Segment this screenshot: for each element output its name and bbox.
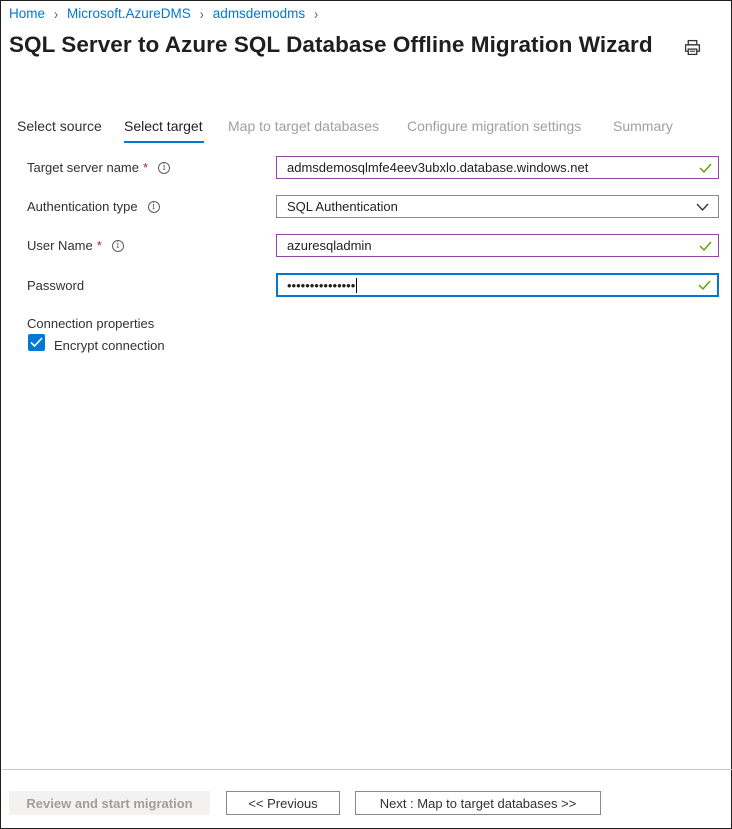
chevron-down-icon [696, 203, 709, 211]
target-server-label-row: Target server name * i [27, 160, 171, 175]
print-icon[interactable] [684, 39, 701, 56]
user-name-value: azuresqladmin [287, 238, 372, 253]
chevron-right-icon: › [314, 5, 319, 22]
checkmark-icon [699, 241, 712, 251]
connection-properties-label: Connection properties [27, 316, 155, 331]
tab-summary: Summary [613, 118, 673, 134]
previous-button[interactable]: << Previous [226, 791, 340, 815]
user-name-input[interactable]: azuresqladmin [276, 234, 719, 257]
info-icon[interactable]: i [111, 239, 124, 252]
user-name-label-row: User Name * i [27, 238, 124, 253]
info-icon[interactable]: i [158, 161, 171, 174]
password-label: Password [27, 278, 85, 293]
auth-type-label-row: Authentication type i [27, 199, 160, 214]
auth-type-value: SQL Authentication [287, 199, 398, 214]
checkmark-icon [699, 163, 712, 173]
tab-select-source[interactable]: Select source [17, 118, 102, 134]
page-title: SQL Server to Azure SQL Database Offline… [9, 32, 653, 57]
encrypt-connection-label[interactable]: Encrypt connection [54, 338, 165, 353]
next-button[interactable]: Next : Map to target databases >> [355, 791, 601, 815]
auth-type-label: Authentication type [27, 199, 138, 214]
review-and-start-migration-button: Review and start migration [9, 791, 210, 815]
info-icon[interactable]: i [147, 200, 160, 213]
target-server-label: Target server name [27, 160, 139, 175]
user-name-label: User Name [27, 238, 93, 253]
target-server-input[interactable]: admsdemosqlmfe4eev3ubxlo.database.window… [276, 156, 719, 179]
footer-divider [2, 769, 732, 770]
encrypt-connection-checkbox[interactable] [28, 334, 45, 351]
chevron-right-icon: › [199, 5, 204, 22]
checkmark-icon [698, 280, 711, 290]
password-label-row: Password [27, 278, 84, 293]
password-input[interactable]: ••••••••••••••• [276, 273, 719, 297]
breadcrumb-azure-dms[interactable]: Microsoft.AzureDMS [67, 6, 191, 21]
tab-select-target[interactable]: Select target [124, 118, 203, 134]
active-tab-indicator [124, 141, 204, 143]
breadcrumb-home[interactable]: Home [9, 6, 45, 21]
text-caret [356, 277, 358, 293]
required-marker: * [96, 238, 102, 253]
breadcrumb-service[interactable]: admsdemodms [213, 6, 305, 21]
tab-map-to-target-databases: Map to target databases [228, 118, 379, 134]
wizard-window: Home › Microsoft.AzureDMS › admsdemodms … [0, 0, 732, 829]
tab-configure-migration-settings: Configure migration settings [407, 118, 582, 134]
auth-type-dropdown[interactable]: SQL Authentication [276, 195, 719, 218]
chevron-right-icon: › [54, 5, 59, 22]
required-marker: * [143, 160, 149, 175]
checkmark-icon [30, 337, 43, 348]
password-value: ••••••••••••••• [287, 277, 356, 293]
target-server-value: admsdemosqlmfe4eev3ubxlo.database.window… [287, 160, 589, 175]
breadcrumb: Home › Microsoft.AzureDMS › admsdemodms … [9, 5, 327, 22]
